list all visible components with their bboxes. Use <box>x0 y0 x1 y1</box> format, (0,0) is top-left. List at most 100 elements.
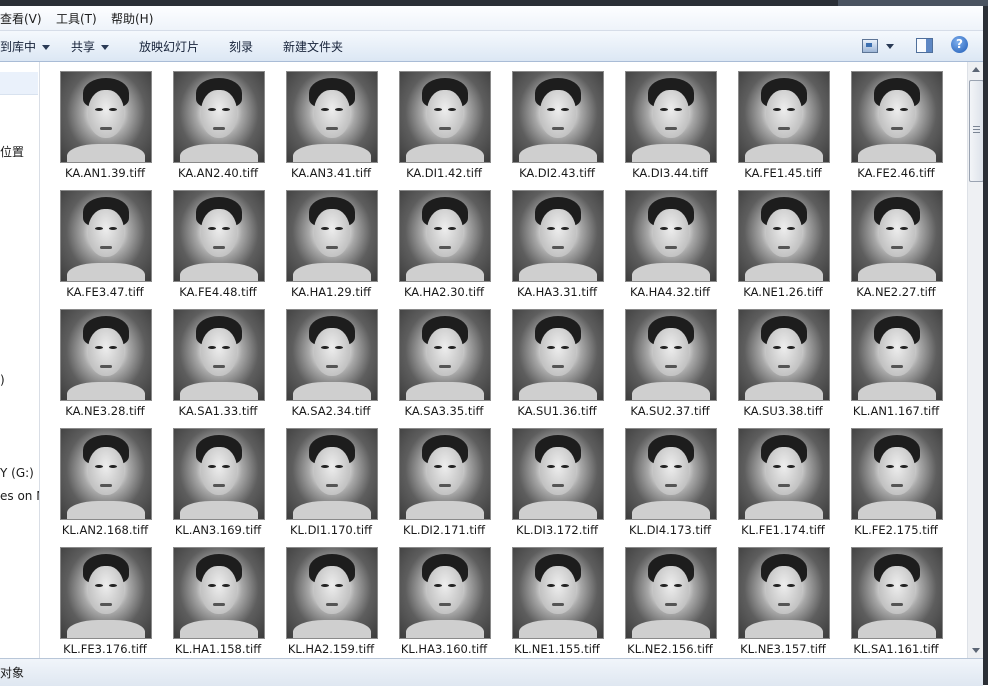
view-options-icon[interactable] <box>862 39 878 53</box>
file-name: KL.NE2.156.tiff <box>627 642 713 656</box>
file-name: KL.NE1.155.tiff <box>514 642 600 656</box>
file-item[interactable]: KA.NE2.27.tiff <box>841 190 951 306</box>
menu-tools[interactable]: 工具(T) <box>56 10 97 27</box>
scroll-down-icon[interactable] <box>972 648 980 653</box>
share-button[interactable]: 共享 <box>71 38 110 55</box>
file-item[interactable]: KA.SU3.38.tiff <box>728 309 838 425</box>
grip-icon <box>973 126 980 134</box>
file-item[interactable]: KL.AN1.167.tiff <box>841 309 951 425</box>
file-item[interactable]: KA.HA2.30.tiff <box>389 190 499 306</box>
image-thumbnail <box>625 428 717 520</box>
nav-item-drive[interactable]: ) <box>0 373 5 387</box>
file-item[interactable]: KL.FE2.175.tiff <box>841 428 951 544</box>
file-item[interactable]: KL.DI4.173.tiff <box>615 428 725 544</box>
file-item[interactable]: KL.SA1.161.tiff <box>841 547 951 658</box>
vertical-scrollbar[interactable] <box>967 62 984 658</box>
file-item[interactable]: KA.NE1.26.tiff <box>728 190 838 306</box>
image-thumbnail <box>173 190 265 282</box>
file-name: KA.DI3.44.tiff <box>632 166 708 180</box>
scroll-up-icon[interactable] <box>972 67 980 72</box>
file-item[interactable]: KL.NE1.155.tiff <box>502 547 612 658</box>
image-thumbnail <box>738 309 830 401</box>
file-item[interactable]: KA.HA3.31.tiff <box>502 190 612 306</box>
file-name: KL.HA3.160.tiff <box>400 642 488 656</box>
image-thumbnail <box>60 309 152 401</box>
file-item[interactable]: KL.HA3.160.tiff <box>389 547 499 658</box>
include-in-library-label: 到库中 <box>0 40 37 54</box>
file-item[interactable]: KL.DI3.172.tiff <box>502 428 612 544</box>
file-item[interactable]: KA.SU2.37.tiff <box>615 309 725 425</box>
file-item[interactable]: KA.NE3.28.tiff <box>50 309 160 425</box>
share-label: 共享 <box>71 40 96 54</box>
image-thumbnail <box>851 190 943 282</box>
file-item[interactable]: KL.NE3.157.tiff <box>728 547 838 658</box>
file-name: KA.SU2.37.tiff <box>630 404 710 418</box>
file-name: KA.HA2.30.tiff <box>403 285 485 299</box>
file-item[interactable]: KA.DI1.42.tiff <box>389 71 499 187</box>
image-thumbnail <box>286 428 378 520</box>
nav-selected-item[interactable] <box>0 72 38 95</box>
nav-item-network[interactable]: es on M <box>0 489 39 503</box>
file-item[interactable]: KA.DI2.43.tiff <box>502 71 612 187</box>
file-name: KA.FE4.48.tiff <box>179 285 257 299</box>
file-item[interactable]: KL.HA2.159.tiff <box>276 547 386 658</box>
file-item[interactable]: KA.HA4.32.tiff <box>615 190 725 306</box>
new-folder-button[interactable]: 新建文件夹 <box>283 38 343 55</box>
file-name: KA.SA1.33.tiff <box>178 404 258 418</box>
menu-view[interactable]: 查看(V) <box>0 10 42 27</box>
file-item[interactable]: KA.FE2.46.tiff <box>841 71 951 187</box>
file-name: KL.FE1.174.tiff <box>741 523 825 537</box>
nav-item-drive-g[interactable]: Y (G:) <box>0 466 34 480</box>
file-name: KA.FE1.45.tiff <box>744 166 822 180</box>
file-name: KA.AN2.40.tiff <box>177 166 259 180</box>
file-item[interactable]: KA.SA3.35.tiff <box>389 309 499 425</box>
file-item[interactable]: KA.FE4.48.tiff <box>163 190 273 306</box>
file-item[interactable]: KL.AN2.168.tiff <box>50 428 160 544</box>
image-thumbnail <box>173 309 265 401</box>
image-thumbnail <box>738 71 830 163</box>
file-item[interactable]: KA.SA1.33.tiff <box>163 309 273 425</box>
image-thumbnail <box>512 428 604 520</box>
image-thumbnail <box>60 71 152 163</box>
file-name: KL.FE2.175.tiff <box>854 523 938 537</box>
image-thumbnail <box>286 71 378 163</box>
file-item[interactable]: KA.FE3.47.tiff <box>50 190 160 306</box>
file-item[interactable]: KL.FE1.174.tiff <box>728 428 838 544</box>
file-name: KL.HA2.159.tiff <box>287 642 375 656</box>
image-thumbnail <box>286 309 378 401</box>
image-thumbnail <box>173 428 265 520</box>
file-item[interactable]: KA.AN1.39.tiff <box>50 71 160 187</box>
file-item[interactable]: KL.DI2.171.tiff <box>389 428 499 544</box>
preview-pane-icon[interactable] <box>916 38 933 53</box>
image-thumbnail <box>738 190 830 282</box>
nav-item-location[interactable]: 位置 <box>0 143 24 160</box>
file-item[interactable]: KA.DI3.44.tiff <box>615 71 725 187</box>
image-thumbnail <box>738 428 830 520</box>
burn-button[interactable]: 刻录 <box>229 38 253 55</box>
file-item[interactable]: KA.SA2.34.tiff <box>276 309 386 425</box>
help-icon[interactable]: ? <box>951 36 968 53</box>
image-thumbnail <box>512 190 604 282</box>
file-item[interactable]: KA.AN2.40.tiff <box>163 71 273 187</box>
include-in-library-button[interactable]: 到库中 <box>0 38 51 55</box>
menu-help[interactable]: 帮助(H) <box>111 10 153 27</box>
slideshow-button[interactable]: 放映幻灯片 <box>139 38 199 55</box>
image-thumbnail <box>286 547 378 639</box>
file-item[interactable]: KL.NE2.156.tiff <box>615 547 725 658</box>
file-item[interactable]: KL.HA1.158.tiff <box>163 547 273 658</box>
file-item[interactable]: KA.SU1.36.tiff <box>502 309 612 425</box>
file-item[interactable]: KL.FE3.176.tiff <box>50 547 160 658</box>
file-item[interactable]: KA.AN3.41.tiff <box>276 71 386 187</box>
file-name: KL.DI1.170.tiff <box>289 523 373 537</box>
chevron-down-icon[interactable] <box>886 44 894 49</box>
file-item[interactable]: KA.FE1.45.tiff <box>728 71 838 187</box>
menu-bar: 查看(V) 工具(T) 帮助(H) <box>0 6 988 31</box>
chevron-down-icon <box>42 45 51 50</box>
file-grid: KA.AN1.39.tiff KA.AN2.40.tiff KA.AN3.41.ti… <box>40 62 967 658</box>
file-name: KA.DI2.43.tiff <box>519 166 595 180</box>
file-item[interactable]: KL.AN3.169.tiff <box>163 428 273 544</box>
scrollbar-thumb[interactable] <box>969 80 984 182</box>
file-item[interactable]: KA.HA1.29.tiff <box>276 190 386 306</box>
file-item[interactable]: KL.DI1.170.tiff <box>276 428 386 544</box>
image-thumbnail <box>173 547 265 639</box>
